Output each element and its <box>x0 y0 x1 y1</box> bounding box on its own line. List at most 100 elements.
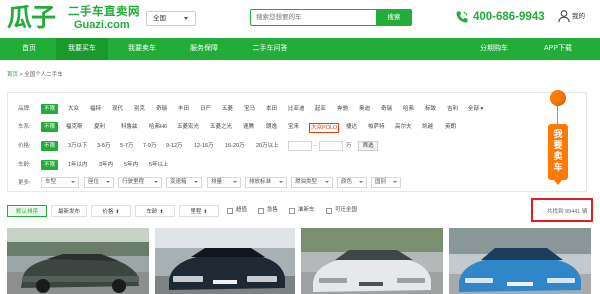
series-option[interactable]: 英朗 <box>445 123 456 131</box>
series-option[interactable]: 高尔夫 <box>395 123 412 131</box>
age-option[interactable]: 1年以内 <box>68 161 88 169</box>
series-option[interactable]: 哈弗H6 <box>149 123 167 131</box>
brand-option[interactable]: 日产 <box>200 105 211 113</box>
nav-sell-car[interactable]: 我要卖车 <box>118 38 166 60</box>
series-option[interactable]: 福克斯 <box>66 123 83 131</box>
brand-option[interactable]: 奇瑞 <box>156 105 167 113</box>
car-listing-photo[interactable] <box>449 228 591 294</box>
price-option[interactable]: 16-20万 <box>225 142 245 150</box>
user-icon[interactable] <box>557 9 571 23</box>
brand-option[interactable]: 比亚迪 <box>288 105 305 113</box>
city-selector[interactable]: 全国 <box>146 11 196 26</box>
sort-age[interactable]: 车龄 ⬆ <box>135 205 175 217</box>
checkbox-label: 急售 <box>267 207 279 213</box>
age-label: 车龄: <box>18 162 31 168</box>
checkbox-label: 可迁全国 <box>335 207 358 213</box>
checkbox-great-value[interactable] <box>227 208 233 214</box>
dropdown-displacement[interactable]: 排量 <box>207 177 241 188</box>
age-option[interactable]: 不限 <box>41 160 59 170</box>
dropdown-color[interactable]: 颜色 <box>337 177 367 188</box>
price-filter-row: 价格: 不限 3万以下 3-5万 5-7万 7-9万 9-12万 12-16万 … <box>8 140 586 152</box>
dropdown-label: 国别 <box>375 179 387 185</box>
brand-option[interactable]: 奥迪 <box>359 105 370 113</box>
age-option[interactable]: 5年以上 <box>149 161 169 169</box>
my-account-link[interactable]: 我的 <box>572 12 585 22</box>
dropdown-country[interactable]: 国别 <box>371 177 401 188</box>
dropdown-fuel-type[interactable]: 燃油类型 <box>291 177 333 188</box>
checkbox-urgent[interactable] <box>258 208 264 214</box>
guazi-logo[interactable]: 瓜子 <box>7 3 65 35</box>
dropdown-gearbox[interactable]: 变速箱 <box>166 177 202 188</box>
brand-option[interactable]: 奔驰 <box>337 105 348 113</box>
price-option[interactable]: 3-5万 <box>97 142 110 150</box>
search-button[interactable]: 搜索 <box>376 9 412 26</box>
series-option-highlighted[interactable]: 大众POLO <box>309 123 340 133</box>
sell-car-badge[interactable]: 我 要 卖 车 <box>548 124 568 185</box>
series-option[interactable]: 朗逸 <box>266 123 277 131</box>
price-option[interactable]: 12-16万 <box>194 142 214 150</box>
series-option[interactable]: 五菱宏光 <box>177 123 199 131</box>
nav-service[interactable]: 服务保障 <box>180 38 228 60</box>
series-option[interactable]: 科鲁兹 <box>121 123 138 131</box>
breadcrumb: 首页 > 全国个人二手车 <box>7 71 63 79</box>
price-option[interactable]: 9-12万 <box>166 142 183 150</box>
annotation-highlight-box <box>531 198 593 222</box>
search-input[interactable] <box>250 9 376 26</box>
series-option[interactable]: 五菱之光 <box>210 123 232 131</box>
car-listing-photo[interactable] <box>301 228 443 294</box>
checkbox-nearly-new[interactable] <box>289 208 295 214</box>
nav-installment[interactable]: 分期购车 <box>470 38 518 60</box>
brand-option[interactable]: 吉利 <box>447 105 458 113</box>
price-min-input[interactable] <box>288 141 312 151</box>
price-option[interactable]: 不限 <box>41 141 59 151</box>
sort-mileage[interactable]: 里程 ⬆ <box>179 205 219 217</box>
dropdown-mileage[interactable]: 行驶里程 <box>118 177 162 188</box>
price-option[interactable]: 3万以下 <box>68 142 88 150</box>
car-listing-photo[interactable] <box>155 228 295 294</box>
price-option[interactable]: 20万以上 <box>256 142 279 150</box>
brand-option[interactable]: 福特 <box>90 105 101 113</box>
age-option[interactable]: 3年内 <box>99 161 113 169</box>
series-option[interactable]: 速腾 <box>243 123 254 131</box>
breadcrumb-home[interactable]: 首页 <box>7 72 18 78</box>
nav-home[interactable]: 首页 <box>14 38 44 60</box>
car-listing-photo[interactable] <box>7 228 149 294</box>
brand-option[interactable]: 标致 <box>425 105 436 113</box>
brand-option[interactable]: 起亚 <box>315 105 326 113</box>
sort-price[interactable]: 价格 ⬆ <box>91 205 131 217</box>
price-option[interactable]: 5-7万 <box>120 142 133 150</box>
series-option[interactable]: 凯越 <box>422 123 433 131</box>
series-label: 车系: <box>18 124 31 130</box>
brand-option[interactable]: 哈弗 <box>403 105 414 113</box>
brand-option[interactable]: 本田 <box>266 105 277 113</box>
price-filter-button[interactable]: 筛选 <box>358 141 378 151</box>
brand-option[interactable]: 别克 <box>134 105 145 113</box>
brand-option[interactable]: 不限 <box>41 104 59 114</box>
brand-option[interactable]: 现代 <box>112 105 123 113</box>
brand-option[interactable]: 丰田 <box>178 105 189 113</box>
series-option[interactable]: 宝来 <box>288 123 299 131</box>
nav-qa[interactable]: 二手车问答 <box>242 38 298 60</box>
dropdown-body-type[interactable]: 车型 <box>41 177 79 188</box>
brand-option[interactable]: 奇瑞 <box>381 105 392 113</box>
dropdown-emission[interactable]: 排放标准 <box>245 177 287 188</box>
nav-app-download[interactable]: APP下载 <box>534 38 582 60</box>
price-option[interactable]: 7-9万 <box>143 142 156 150</box>
price-max-input[interactable] <box>319 141 343 151</box>
checkbox-transferable[interactable] <box>326 208 332 214</box>
age-option[interactable]: 5年内 <box>124 161 138 169</box>
series-option[interactable]: 捷达 <box>346 123 357 131</box>
series-option[interactable]: 帕萨特 <box>368 123 385 131</box>
sort-default[interactable]: 默认排序 <box>7 205 47 217</box>
brand-all-option[interactable]: 全部 ▾ <box>468 105 483 113</box>
series-option[interactable]: 夏利 <box>94 123 105 131</box>
sort-newest[interactable]: 最新发布 <box>51 205 87 217</box>
dropdown-seats[interactable]: 座位 <box>84 177 114 188</box>
brand-option[interactable]: 大众 <box>68 105 79 113</box>
site-domain: Guazi.com <box>74 19 130 31</box>
brand-option[interactable]: 五菱 <box>222 105 233 113</box>
badge-char: 卖 <box>553 151 563 161</box>
nav-buy-car[interactable]: 我要买车 <box>56 38 108 60</box>
series-option[interactable]: 不限 <box>41 122 59 132</box>
brand-option[interactable]: 宝马 <box>244 105 255 113</box>
